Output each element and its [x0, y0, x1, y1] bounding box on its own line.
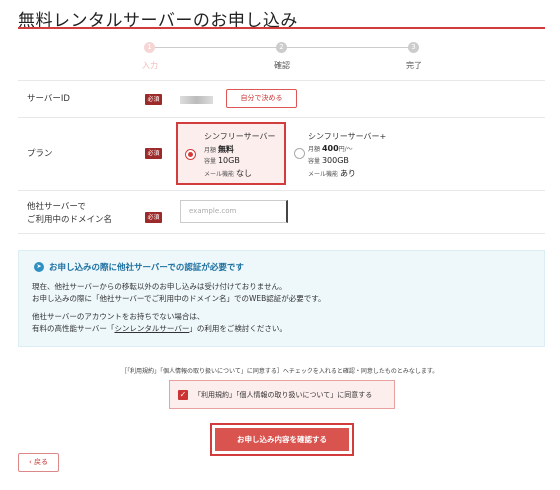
plan-fee: 月額 無料 [204, 145, 234, 154]
row-divider [18, 190, 545, 191]
plan-mail: メール機能 なし [204, 169, 252, 178]
step-3-label: 完了 [406, 61, 422, 70]
plan-mail: メール機能 あり [308, 169, 356, 178]
domain-label: 他社サーバーで ご利用中のドメイン名 [27, 201, 112, 227]
domain-label-line2: ご利用中のドメイン名 [27, 215, 113, 225]
send-icon: ➤ [34, 262, 44, 272]
plan-name: シンフリーサーバー+ [308, 132, 387, 141]
row-divider [18, 80, 545, 81]
step-connector [287, 47, 408, 48]
notice-text: 有料の高性能サーバー「 [32, 324, 115, 333]
plan-capacity: 容量 10GB [204, 156, 240, 165]
required-badge: 必須 [145, 212, 162, 223]
back-label: 戻る [34, 458, 49, 466]
plan-radio[interactable] [294, 148, 305, 159]
plan-name: シンフリーサーバー [204, 132, 276, 141]
server-id-value [180, 96, 213, 104]
title-divider [18, 27, 545, 29]
step-1-dot: 1 [144, 42, 155, 53]
step-connector [155, 47, 276, 48]
domain-input[interactable]: example.com [180, 200, 288, 223]
step-3-dot: 3 [408, 42, 419, 53]
notice-text: 」の利用をご検討ください。 [189, 324, 287, 333]
agreement-checkbox-row[interactable]: ✓ 「利用規約」「個人情報の取り扱いについて」に同意する [169, 380, 395, 409]
server-id-label: サーバーID [27, 94, 70, 104]
plan-option-plus[interactable]: シンフリーサーバー+ 月額 400円/～ 容量 300GB メール機能 あり [292, 122, 402, 185]
notice-line: お申し込みの際に「他社サーバーでご利用中のドメイン名」でのWEB認証が必要です。 [32, 294, 326, 303]
notice-line: 他社サーバーのアカウントをお持ちでない場合は、 [32, 312, 205, 321]
plan-fee: 月額 400円/～ [308, 144, 353, 153]
domain-label-line1: 他社サーバーで [27, 202, 86, 212]
step-2-dot: 2 [276, 42, 287, 53]
notice-title: お申し込みの際に他社サーバーでの認証が必要です [49, 263, 244, 273]
step-2-label: 確認 [274, 61, 290, 70]
plan-option-free[interactable]: シンフリーサーバー 月額 無料 容量 10GB メール機能 なし [176, 122, 286, 185]
notice-line: 現在、他社サーバーからの移転以外のお申し込みは受け付けておりません。 [32, 282, 287, 291]
notice-box: ➤ お申し込みの際に他社サーバーでの認証が必要です 現在、他社サーバーからの移転… [18, 250, 545, 347]
row-divider [18, 117, 545, 118]
row-divider [18, 233, 545, 234]
plan-radio-selected[interactable] [185, 149, 196, 160]
plan-capacity: 容量 300GB [308, 156, 349, 165]
submit-highlight: お申し込み内容を確認する [210, 423, 354, 456]
required-badge: 必須 [145, 148, 162, 159]
checkbox-checked-icon[interactable]: ✓ [178, 390, 188, 400]
step-1-label: 入力 [142, 61, 158, 70]
agreement-note: ［「利用規約」「個人情報の取り扱いについて」に同意する］へチェックを入れると確認… [121, 368, 439, 375]
plan-label: プラン [27, 149, 53, 159]
required-badge: 必須 [145, 94, 162, 105]
shin-rental-server-link[interactable]: シンレンタルサーバー [114, 324, 189, 333]
agreement-label: 「利用規約」「個人情報の取り扱いについて」に同意する [194, 391, 373, 399]
choose-own-id-button[interactable]: 自分で決める [226, 89, 297, 108]
notice-line: 有料の高性能サーバー「シンレンタルサーバー」の利用をご検討ください。 [32, 323, 287, 335]
back-button[interactable]: ‹ 戻る [18, 453, 59, 472]
confirm-application-button[interactable]: お申し込み内容を確認する [215, 428, 349, 451]
